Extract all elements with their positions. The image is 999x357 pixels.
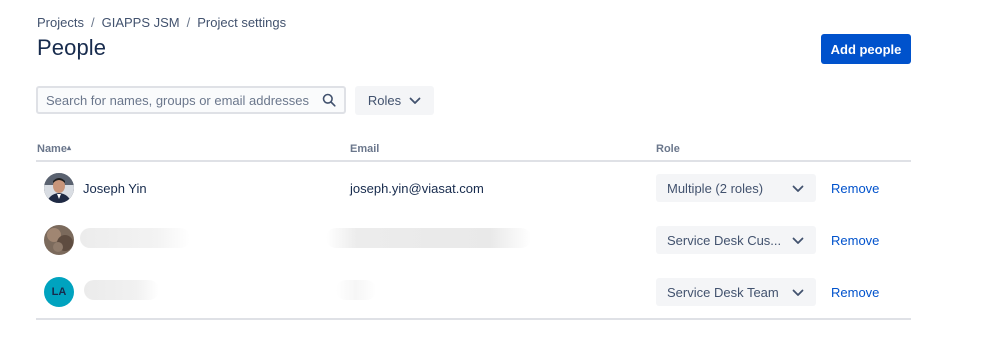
add-people-button[interactable]: Add people	[821, 34, 911, 64]
remove-button[interactable]: Remove	[831, 285, 879, 300]
role-select[interactable]: Service Desk Team	[656, 278, 816, 306]
user-email: joseph.yin@viasat.com	[350, 181, 484, 196]
table-row: Service Desk Cus... Remove	[36, 214, 911, 266]
table-bottom-divider	[36, 318, 911, 320]
user-name: Joseph Yin	[83, 181, 147, 196]
role-select-value: Service Desk Team	[667, 284, 779, 300]
chevron-down-icon	[792, 285, 804, 300]
roles-filter-dropdown[interactable]: Roles	[355, 86, 434, 115]
column-header-role: Role	[656, 143, 680, 155]
search-input[interactable]	[44, 91, 320, 109]
table-row: LA Service Desk Team Remove	[36, 266, 911, 318]
chevron-down-icon	[792, 181, 804, 196]
breadcrumb-projects[interactable]: Projects	[37, 15, 84, 30]
search-box	[36, 86, 346, 114]
breadcrumb-project-settings[interactable]: Project settings	[197, 15, 286, 30]
column-header-email: Email	[350, 143, 380, 155]
column-header-name-label: Name	[37, 143, 67, 155]
redacted-name	[84, 280, 159, 300]
breadcrumb-separator: /	[90, 15, 95, 30]
roles-filter-label: Roles	[367, 93, 402, 108]
redacted-email	[326, 228, 531, 248]
remove-button[interactable]: Remove	[831, 181, 879, 196]
column-header-name[interactable]: Name▴	[37, 143, 71, 155]
role-select-value: Service Desk Cus...	[667, 232, 782, 248]
breadcrumb-project[interactable]: GIAPPS JSM	[102, 15, 180, 30]
avatar: LA	[44, 277, 74, 307]
avatar	[44, 225, 74, 255]
role-select[interactable]: Service Desk Cus...	[656, 226, 816, 254]
chevron-down-icon	[792, 233, 804, 248]
breadcrumb: Projects / GIAPPS JSM / Project settings	[37, 15, 286, 30]
role-select-value: Multiple (2 roles)	[667, 180, 764, 196]
remove-button[interactable]: Remove	[831, 233, 879, 248]
redacted-email	[336, 280, 376, 300]
role-select[interactable]: Multiple (2 roles)	[656, 174, 816, 202]
search-icon[interactable]	[320, 91, 338, 109]
chevron-down-icon	[409, 93, 421, 108]
table-row: Joseph Yin joseph.yin@viasat.com Multipl…	[36, 162, 911, 214]
page-title: People	[37, 35, 107, 60]
avatar	[44, 173, 74, 203]
breadcrumb-separator: /	[186, 15, 191, 30]
redacted-name	[80, 228, 190, 248]
avatar-initials: LA	[51, 286, 67, 298]
sort-ascending-icon: ▴	[66, 143, 71, 152]
